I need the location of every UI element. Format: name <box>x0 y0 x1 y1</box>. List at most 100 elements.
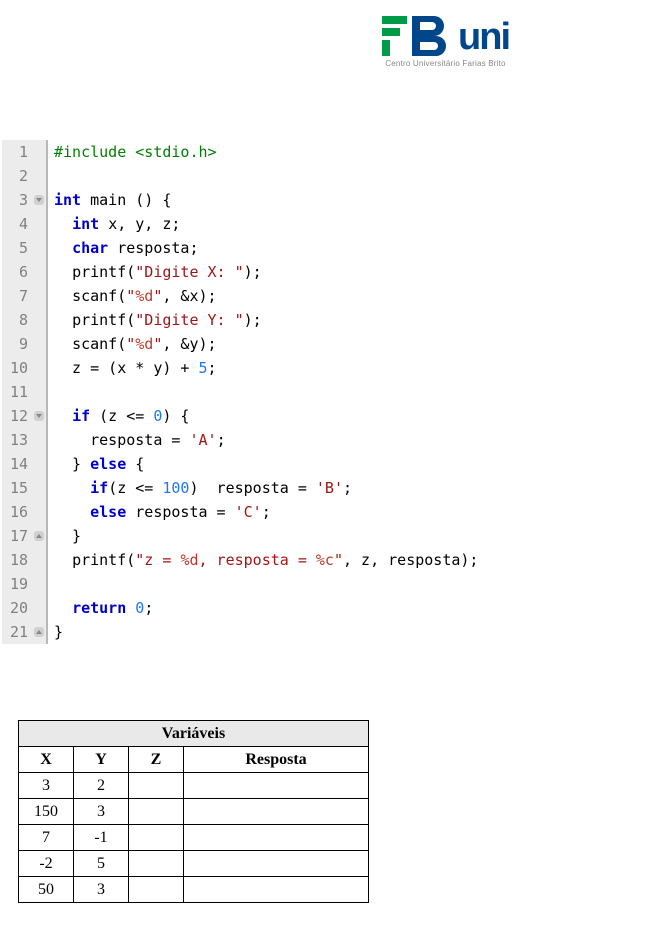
table-cell <box>129 851 184 877</box>
line-number: 2 <box>2 164 32 188</box>
fold-gutter[interactable] <box>32 524 46 548</box>
code-line: 10 z = (x * y) + 5; <box>2 356 562 380</box>
table-cell <box>184 773 369 799</box>
table-title: Variáveis <box>19 721 369 747</box>
line-number: 4 <box>2 212 32 236</box>
code-text: int x, y, z; <box>48 212 180 236</box>
table-cell: 150 <box>19 799 74 825</box>
code-text: } <box>48 620 63 644</box>
fold-gutter <box>32 476 46 500</box>
line-number: 9 <box>2 332 32 356</box>
line-number: 6 <box>2 260 32 284</box>
code-text: } else { <box>48 452 144 476</box>
table-cell <box>184 825 369 851</box>
line-number: 19 <box>2 572 32 596</box>
code-text: if (z <= 0) { <box>48 404 189 428</box>
line-number: 12 <box>2 404 32 428</box>
line-number: 16 <box>2 500 32 524</box>
line-number: 3 <box>2 188 32 212</box>
table-cell <box>129 799 184 825</box>
table-cell: -1 <box>74 825 129 851</box>
code-line: 20 return 0; <box>2 596 562 620</box>
code-text: #include <stdio.h> <box>48 140 217 164</box>
line-number: 20 <box>2 596 32 620</box>
code-line: 17 } <box>2 524 562 548</box>
fold-gutter <box>32 452 46 476</box>
table-header-resposta: Resposta <box>184 747 369 773</box>
code-line: 18 printf("z = %d, resposta = %c", z, re… <box>2 548 562 572</box>
fold-gutter <box>32 380 46 404</box>
table-row: 32 <box>19 773 369 799</box>
code-text: scanf("%d", &x); <box>48 284 217 308</box>
fold-gutter <box>32 500 46 524</box>
line-number: 18 <box>2 548 32 572</box>
code-line: 13 resposta = 'A'; <box>2 428 562 452</box>
code-text: printf("z = %d, resposta = %c", z, respo… <box>48 548 478 572</box>
code-text: z = (x * y) + 5; <box>48 356 217 380</box>
fold-gutter <box>32 236 46 260</box>
fold-up-icon[interactable] <box>34 531 44 541</box>
code-text <box>48 164 54 188</box>
code-text: printf("Digite Y: "); <box>48 308 262 332</box>
fold-gutter <box>32 572 46 596</box>
code-line: 21} <box>2 620 562 644</box>
line-number: 15 <box>2 476 32 500</box>
table-header-y: Y <box>74 747 129 773</box>
code-line: 1#include <stdio.h> <box>2 140 562 164</box>
fold-gutter <box>32 164 46 188</box>
code-text: else resposta = 'C'; <box>48 500 271 524</box>
fold-up-icon[interactable] <box>34 627 44 637</box>
line-number: 17 <box>2 524 32 548</box>
fold-gutter <box>32 428 46 452</box>
code-line: 12 if (z <= 0) { <box>2 404 562 428</box>
code-line: 9 scanf("%d", &y); <box>2 332 562 356</box>
code-text: scanf("%d", &y); <box>48 332 217 356</box>
table-cell: 3 <box>74 877 129 903</box>
fold-gutter <box>32 212 46 236</box>
logo: uni Centro Universitário Farias Brito <box>382 16 509 68</box>
variables-table-wrap: Variáveis X Y Z Resposta 3215037-1-25503 <box>18 720 369 903</box>
fold-gutter <box>32 260 46 284</box>
line-number: 13 <box>2 428 32 452</box>
fold-gutter[interactable] <box>32 404 46 428</box>
code-line: 7 scanf("%d", &x); <box>2 284 562 308</box>
table-cell <box>184 851 369 877</box>
line-number: 14 <box>2 452 32 476</box>
code-text: printf("Digite X: "); <box>48 260 262 284</box>
fold-down-icon[interactable] <box>34 195 44 205</box>
fold-gutter <box>32 308 46 332</box>
table-cell: 2 <box>74 773 129 799</box>
fold-gutter <box>32 548 46 572</box>
table-row: 1503 <box>19 799 369 825</box>
table-cell <box>184 799 369 825</box>
fold-gutter <box>32 356 46 380</box>
table-cell <box>129 773 184 799</box>
code-line: 8 printf("Digite Y: "); <box>2 308 562 332</box>
code-text: resposta = 'A'; <box>48 428 226 452</box>
code-line: 14 } else { <box>2 452 562 476</box>
code-line: 5 char resposta; <box>2 236 562 260</box>
fold-gutter <box>32 332 46 356</box>
table-row: 7-1 <box>19 825 369 851</box>
fold-down-icon[interactable] <box>34 411 44 421</box>
logo-fb-icon <box>382 16 452 56</box>
logo-tagline: Centro Universitário Farias Brito <box>385 59 505 68</box>
table-row: -25 <box>19 851 369 877</box>
table-cell: 3 <box>74 799 129 825</box>
table-row: 503 <box>19 877 369 903</box>
code-line: 3 int main () { <box>2 188 562 212</box>
logo-mark-row: uni <box>382 16 509 56</box>
table-cell <box>129 825 184 851</box>
variables-table: Variáveis X Y Z Resposta 3215037-1-25503 <box>18 720 369 903</box>
fold-gutter[interactable] <box>32 188 46 212</box>
code-text: int main () { <box>48 188 171 212</box>
table-cell: 5 <box>74 851 129 877</box>
table-cell <box>184 877 369 903</box>
code-editor: 1#include <stdio.h>23 int main () { 4 int … <box>2 140 562 644</box>
fold-gutter <box>32 140 46 164</box>
code-text <box>48 572 54 596</box>
code-text: } <box>48 524 81 548</box>
code-line: 19 <box>2 572 562 596</box>
fold-gutter[interactable] <box>32 620 46 644</box>
line-number: 11 <box>2 380 32 404</box>
